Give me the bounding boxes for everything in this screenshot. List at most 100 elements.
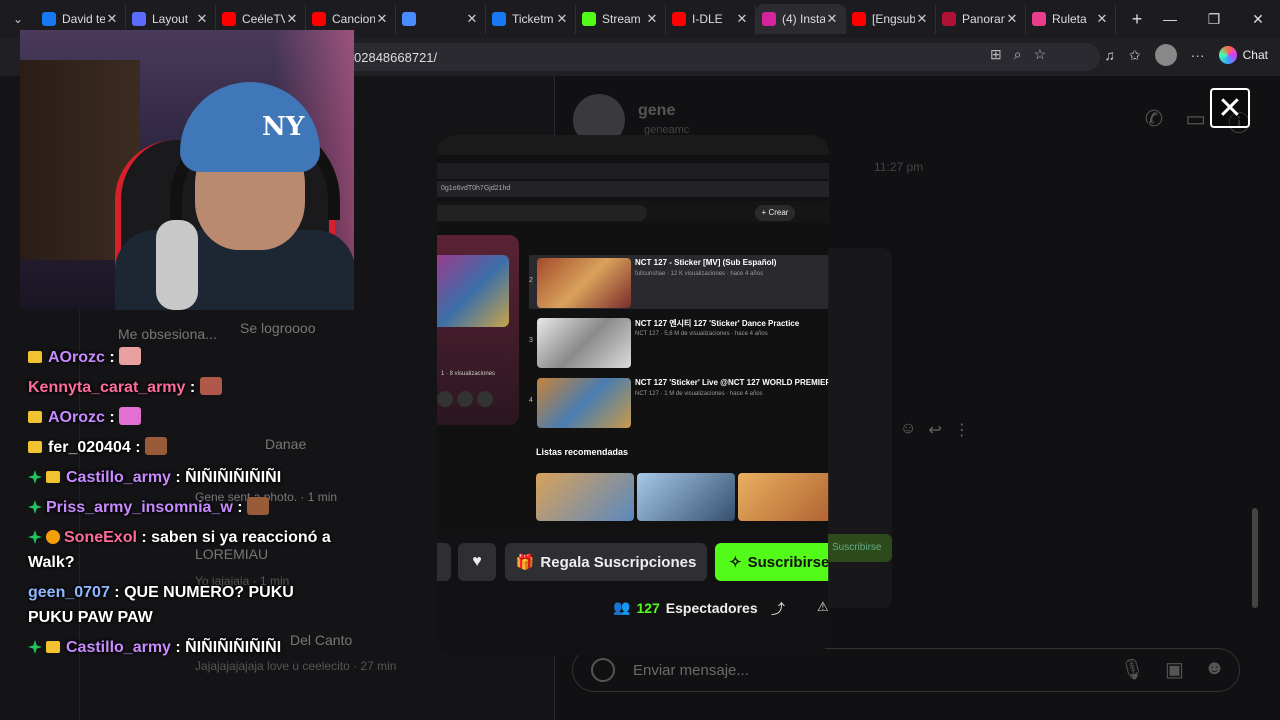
chat-username: Castillo_army: [66, 639, 171, 656]
emoji-icon[interactable]: [591, 658, 615, 682]
restore-icon[interactable]: ❐: [1192, 0, 1236, 38]
chat-username: Castillo_army: [66, 469, 171, 486]
chat-separator: :: [109, 584, 125, 601]
chat-label: Chat: [1242, 48, 1268, 62]
phone-icon[interactable]: ✆: [1145, 106, 1163, 138]
apps-icon[interactable]: ⊞: [990, 46, 1002, 63]
crown-badge-icon: [46, 471, 60, 483]
conversation-item[interactable]: Me obsesiona...: [118, 326, 217, 342]
media-icon[interactable]: ♫: [1104, 47, 1115, 63]
recommended-lists-heading: Listas recomendadas: [536, 447, 629, 457]
microphone-icon[interactable]: 🎙: [1120, 657, 1145, 682]
playlist-views: 1 · 8 visualizaciones: [441, 371, 496, 377]
tab-close-icon[interactable]: ✕: [915, 11, 929, 27]
chat-username: Priss_army_insomnia_w: [46, 499, 233, 516]
image-icon[interactable]: ▣: [1165, 657, 1184, 682]
tab-close-icon[interactable]: ✕: [375, 11, 389, 27]
tab-favicon-icon: [762, 12, 776, 26]
video-title: NCT 127 - Sticker [MV] (Sub Español): [635, 258, 777, 267]
more-icon[interactable]: ⋮: [954, 420, 970, 440]
url-field[interactable]: 02848668721/: [340, 43, 1100, 71]
crear-button: + Crear: [755, 205, 795, 221]
profile-avatar[interactable]: [1154, 44, 1177, 66]
tab-close-icon[interactable]: ✕: [735, 11, 749, 27]
video-row: 4 NCT 127 'Sticker' Live @NCT 127 WORLD …: [529, 375, 829, 429]
follow-heart-button: ♥: [458, 543, 496, 581]
tab-title: Ticketm: [512, 12, 554, 26]
chat-message: Priss_army_insomnia_w :: [28, 495, 338, 520]
chat-message: Castillo_army : ÑIÑIÑIÑIÑIÑI: [28, 465, 338, 490]
gift-icon: 🎁: [515, 554, 535, 571]
chat-username: geen_0707: [28, 584, 110, 601]
reply-icon[interactable]: ↩: [928, 420, 941, 440]
chat-message: fer_020404 :: [28, 435, 338, 460]
playlist-thumbnail: [437, 255, 509, 327]
tab-title: Panoran: [962, 12, 1005, 26]
chat-emote: [199, 377, 222, 395]
tab-close-icon[interactable]: ✕: [285, 11, 299, 27]
tab-close-icon[interactable]: ✕: [645, 11, 659, 27]
favorites-icon[interactable]: ✩: [1129, 47, 1141, 64]
close-icon: ✕: [1217, 91, 1243, 125]
close-overlay-button[interactable]: ✕: [1210, 88, 1250, 128]
video-row: 3 NCT 127 엔시티 127 'Sticker' Dance Practi…: [529, 315, 829, 369]
chat-separator: :: [185, 379, 200, 396]
chat-username: AOrozc: [48, 409, 105, 426]
chat-text: ÑIÑIÑIÑIÑIÑI: [185, 639, 282, 656]
zoom-icon[interactable]: ⌕: [1014, 46, 1022, 63]
chat-separator: :: [136, 529, 152, 546]
inner-search-row: + Crear: [437, 201, 829, 223]
cap-logo: NY: [262, 112, 305, 142]
chat-separator: :: [104, 349, 120, 366]
browser-tab[interactable]: [Engsub ✕: [846, 4, 936, 34]
chat-username: fer_020404: [48, 439, 131, 456]
close-window-icon[interactable]: ✕: [1236, 0, 1280, 38]
chat-message: geen_0707 : QUE NUMERO? PUKU PUKU PAW PA…: [28, 580, 338, 630]
sparkle-icon: ✧: [729, 554, 742, 571]
viewer-count: 👥 127 Espectadores: [613, 599, 758, 616]
tab-close-icon[interactable]: ✕: [555, 11, 569, 27]
browser-tab[interactable]: Ticketm ✕: [486, 4, 576, 34]
browser-tab[interactable]: Panoran ✕: [936, 4, 1026, 34]
browser-tab[interactable]: Ruleta ✕: [1026, 4, 1116, 34]
tab-title: Stream: [602, 12, 641, 26]
tab-close-icon[interactable]: ✕: [825, 11, 839, 27]
video-call-icon[interactable]: ▭: [1185, 106, 1206, 138]
tab-favicon-icon: [1032, 12, 1046, 26]
chat-separator: :: [170, 639, 186, 656]
browser-tab[interactable]: (4) Insta ✕: [756, 4, 846, 34]
more-menu-icon[interactable]: ···: [1191, 47, 1205, 63]
tab-close-icon[interactable]: ✕: [1095, 11, 1109, 27]
copilot-chat-button[interactable]: Chat: [1218, 46, 1268, 64]
chat-username: AOrozc: [48, 349, 105, 366]
browser-tab[interactable]: ✕: [396, 4, 486, 34]
conversation-name[interactable]: gene: [638, 102, 675, 120]
browser-tab[interactable]: Stream ✕: [576, 4, 666, 34]
chat-separator: :: [104, 409, 120, 426]
sticker-icon[interactable]: ☻: [1204, 657, 1225, 682]
tab-close-icon[interactable]: ✕: [1005, 11, 1019, 27]
tab-title: I-DLE: [692, 12, 723, 26]
tab-favicon-icon: [402, 12, 416, 26]
tab-close-icon[interactable]: ✕: [105, 11, 119, 27]
chat-username: Kennyta_carat_army: [28, 379, 186, 396]
minimize-icon[interactable]: —: [1148, 0, 1192, 38]
chat-text: ÑIÑIÑIÑIÑIÑI: [185, 469, 282, 486]
recommended-thumb: [637, 473, 735, 521]
tab-close-icon[interactable]: ✕: [465, 11, 479, 27]
react-icon[interactable]: ☺: [900, 420, 916, 440]
favorite-star-icon[interactable]: ☆: [1034, 46, 1047, 63]
chat-separator: :: [232, 499, 247, 516]
browser-tab[interactable]: I-DLE ✕: [666, 4, 756, 34]
chat-message: AOrozc :: [28, 345, 338, 370]
tab-favicon-icon: [132, 12, 146, 26]
playlist-buttons: [437, 391, 493, 407]
crown-badge-icon: [28, 441, 42, 453]
toolbar-right: ♫ ✩ ··· Chat: [1104, 44, 1268, 66]
chat-separator: :: [130, 439, 145, 456]
scrollbar[interactable]: [1252, 508, 1258, 608]
gift-subs-button: 🎁 Regala Suscripciones: [505, 543, 707, 581]
chat-emote: [119, 407, 142, 425]
tab-close-icon[interactable]: ✕: [195, 11, 209, 27]
recommended-thumb: [738, 473, 829, 521]
